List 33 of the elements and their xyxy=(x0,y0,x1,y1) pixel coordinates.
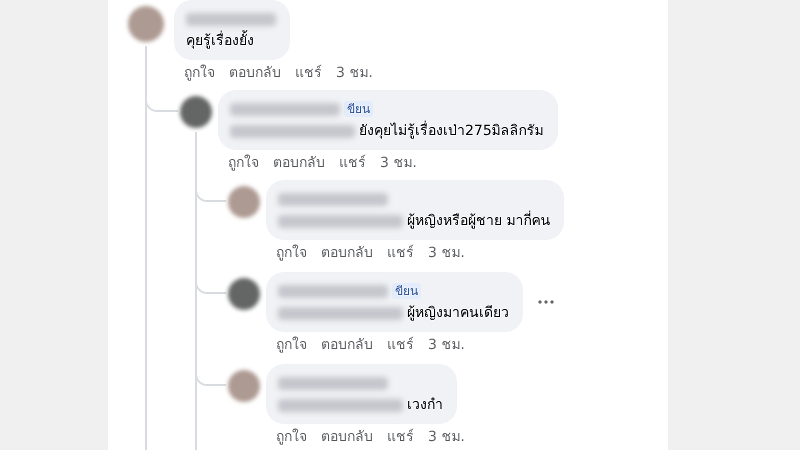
comment-text: ยังคุยไม่รู้เรื่องเป่า275มิลลิกรัม xyxy=(359,121,544,141)
comment-action-link[interactable]: ตอบกลับ xyxy=(321,336,373,355)
comment-action-link[interactable]: ตอบกลับ xyxy=(229,64,281,83)
comment-text: ผู้หญิงมาคนเดียว xyxy=(407,304,509,323)
comment-text: ผู้หญิงหรือผู้ชาย มากี่คน xyxy=(407,211,550,231)
comment-action-link[interactable]: ถูกใจ xyxy=(184,64,215,83)
comment-action-link[interactable]: ตอบกลับ xyxy=(321,428,373,447)
comment-action-link[interactable]: แชร์ xyxy=(387,428,414,447)
comment-action-link[interactable]: ถูกใจ xyxy=(276,428,307,447)
comment-action-link[interactable]: ถูกใจ xyxy=(276,336,307,355)
comment-action-link[interactable]: ตอบกลับ xyxy=(273,154,325,173)
comment-action-link[interactable]: แชร์ xyxy=(387,336,414,355)
avatar-icon[interactable] xyxy=(228,370,260,402)
comment-time: 3 ชม. xyxy=(336,64,373,83)
avatar-icon[interactable] xyxy=(128,6,164,42)
comment-time: 3 ชม. xyxy=(428,428,465,447)
avatar-icon[interactable] xyxy=(228,278,260,310)
comment-action-link[interactable]: ตอบกลับ xyxy=(321,244,373,263)
comment-time: 3 ชม. xyxy=(428,244,465,263)
more-icon[interactable] xyxy=(537,299,555,305)
comment-action-link[interactable]: แชร์ xyxy=(387,244,414,263)
avatar-icon[interactable] xyxy=(228,186,260,218)
comment-action-link[interactable]: ถูกใจ xyxy=(228,154,259,173)
comment-action-link[interactable]: แชร์ xyxy=(339,154,366,173)
comment-time: 3 ชม. xyxy=(428,336,465,355)
comment-time: 3 ชม. xyxy=(380,154,417,173)
author-tag: ขียน xyxy=(344,101,373,117)
avatar-icon[interactable] xyxy=(180,96,212,128)
author-tag: ขียน xyxy=(392,283,421,299)
comment-action-link[interactable]: ถูกใจ xyxy=(276,244,307,263)
comment-text: เวงกำ xyxy=(407,396,443,415)
comment-action-link[interactable]: แชร์ xyxy=(295,64,322,83)
comment-text: คุยรู้เรื่องยั้ง xyxy=(186,31,254,51)
